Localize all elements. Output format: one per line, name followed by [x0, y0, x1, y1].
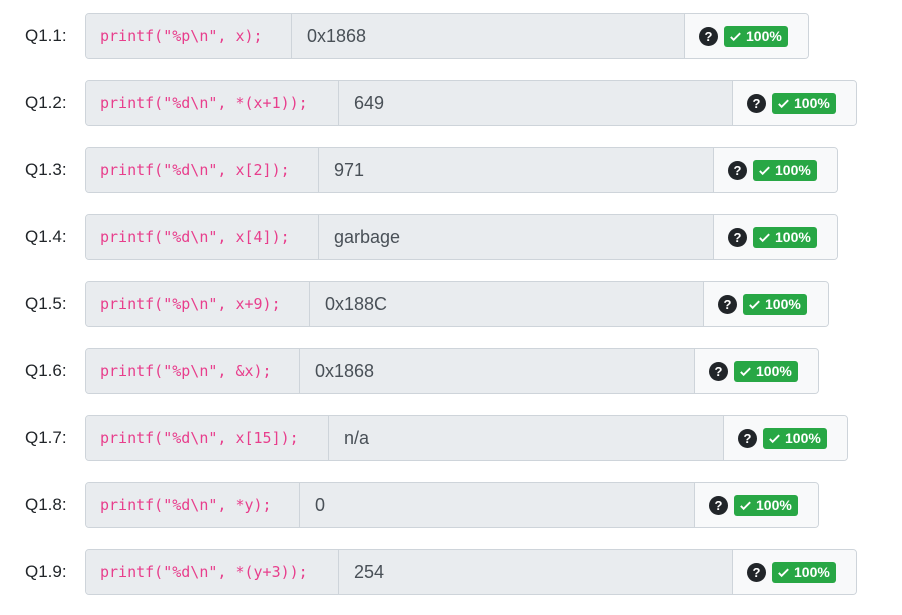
score-badge: 100%: [743, 293, 807, 315]
check-icon: [778, 99, 789, 108]
answer-field[interactable]: 0x1868: [292, 14, 685, 58]
question-label: Q1.9:: [25, 562, 67, 581]
code-expression: printf("%d\n", x[4]);: [86, 215, 319, 259]
answer-input-group: printf("%d\n", *(y+3)); 254 ? 100%: [85, 549, 857, 595]
answer-input-group: printf("%d\n", x[2]); 971 ? 100%: [85, 147, 838, 193]
question-label: Q1.1:: [25, 26, 67, 45]
score-badge: 100%: [772, 92, 836, 114]
question-label: Q1.8:: [25, 495, 67, 514]
code-expression: printf("%p\n", &x);: [86, 349, 300, 393]
score-badge: 100%: [763, 427, 827, 449]
answer-input-group: printf("%d\n", *(x+1)); 649 ? 100%: [85, 80, 857, 126]
code-expression: printf("%d\n", x[15]);: [86, 416, 329, 460]
check-icon: [740, 367, 751, 376]
question-circle-icon[interactable]: ?: [709, 495, 728, 515]
check-icon: [769, 434, 780, 443]
question-label: Q1.3:: [25, 160, 67, 179]
answer-field[interactable]: 254: [339, 550, 733, 594]
answer-field[interactable]: 649: [339, 81, 733, 125]
answer-input-group: printf("%d\n", x[4]); garbage ? 100%: [85, 214, 838, 260]
question-label: Q1.5:: [25, 294, 67, 313]
score-badge: 100%: [724, 25, 788, 47]
answer-field[interactable]: n/a: [329, 416, 724, 460]
feedback-area: ? 100%: [714, 215, 837, 259]
feedback-area: ? 100%: [695, 483, 818, 527]
answer-input-group: printf("%d\n", *y); 0 ? 100%: [85, 482, 819, 528]
code-expression: printf("%p\n", x);: [86, 14, 292, 58]
feedback-area: ? 100%: [704, 282, 828, 326]
question-circle-icon[interactable]: ?: [738, 428, 757, 448]
score-text: 100%: [775, 162, 811, 178]
question-circle-icon[interactable]: ?: [747, 562, 766, 582]
score-text: 100%: [746, 28, 782, 44]
score-badge: 100%: [734, 360, 798, 382]
code-expression: printf("%d\n", *y);: [86, 483, 300, 527]
question-label: Q1.7:: [25, 428, 67, 447]
check-icon: [740, 501, 751, 510]
answer-field[interactable]: 0x1868: [300, 349, 695, 393]
code-expression: printf("%d\n", *(x+1));: [86, 81, 339, 125]
question-circle-icon[interactable]: ?: [728, 160, 747, 180]
answer-input-group: printf("%p\n", x+9); 0x188C ? 100%: [85, 281, 829, 327]
answer-field[interactable]: garbage: [319, 215, 714, 259]
question-circle-icon[interactable]: ?: [709, 361, 728, 381]
score-text: 100%: [756, 363, 792, 379]
feedback-area: ? 100%: [714, 148, 837, 192]
code-expression: printf("%d\n", *(y+3));: [86, 550, 339, 594]
question-label: Q1.2:: [25, 93, 67, 112]
answer-field[interactable]: 0: [300, 483, 695, 527]
score-badge: 100%: [734, 494, 798, 516]
score-text: 100%: [765, 296, 801, 312]
feedback-area: ? 100%: [724, 416, 847, 460]
score-text: 100%: [756, 497, 792, 513]
feedback-area: ? 100%: [695, 349, 818, 393]
question-label: Q1.4:: [25, 227, 67, 246]
code-expression: printf("%d\n", x[2]);: [86, 148, 319, 192]
question-circle-icon[interactable]: ?: [718, 294, 737, 314]
answer-input-group: printf("%d\n", x[15]); n/a ? 100%: [85, 415, 848, 461]
question-label: Q1.6:: [25, 361, 67, 380]
answer-input-group: printf("%p\n", &x); 0x1868 ? 100%: [85, 348, 819, 394]
score-badge: 100%: [753, 226, 817, 248]
code-expression: printf("%p\n", x+9);: [86, 282, 310, 326]
score-badge: 100%: [753, 159, 817, 181]
answer-field[interactable]: 971: [319, 148, 714, 192]
score-text: 100%: [775, 229, 811, 245]
score-text: 100%: [785, 430, 821, 446]
answer-input-group: printf("%p\n", x); 0x1868 ? 100%: [85, 13, 809, 59]
check-icon: [759, 233, 770, 242]
check-icon: [759, 166, 770, 175]
feedback-area: ? 100%: [685, 14, 808, 58]
question-circle-icon[interactable]: ?: [699, 26, 718, 46]
check-icon: [749, 300, 760, 309]
check-icon: [730, 32, 741, 41]
feedback-area: ? 100%: [733, 550, 856, 594]
question-circle-icon[interactable]: ?: [747, 93, 766, 113]
answer-field[interactable]: 0x188C: [310, 282, 704, 326]
question-circle-icon[interactable]: ?: [728, 227, 747, 247]
feedback-area: ? 100%: [733, 81, 856, 125]
score-badge: 100%: [772, 561, 836, 583]
score-text: 100%: [794, 564, 830, 580]
score-text: 100%: [794, 95, 830, 111]
check-icon: [778, 568, 789, 577]
